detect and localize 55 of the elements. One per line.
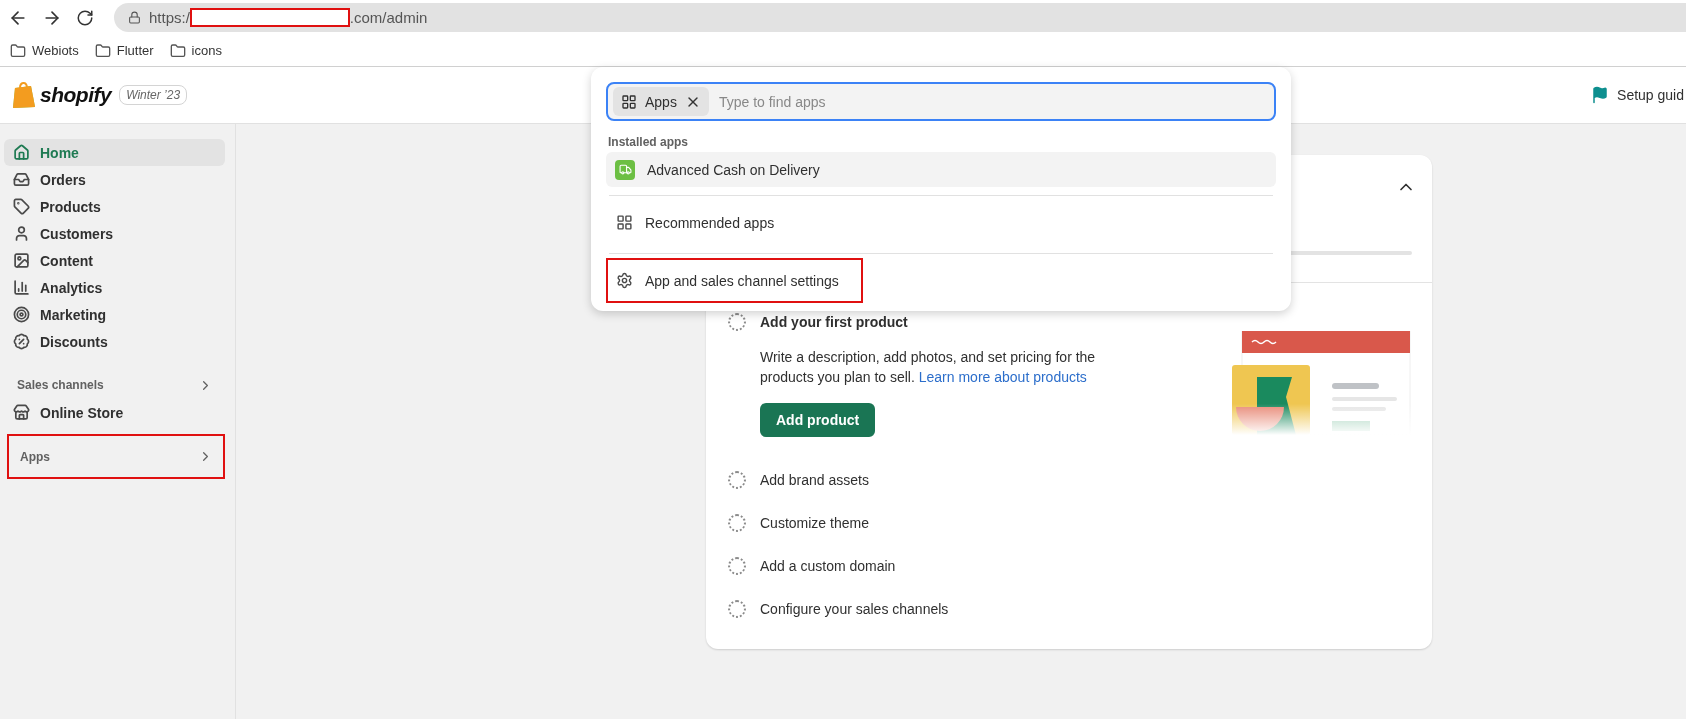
lock-icon — [128, 11, 141, 24]
search-input[interactable]: Type to find apps — [716, 92, 1274, 111]
sidebar-item[interactable]: Discounts — [4, 328, 225, 355]
sidebar-item[interactable]: Home — [4, 139, 225, 166]
reload-icon[interactable] — [76, 8, 94, 27]
sidebar-item[interactable]: Customers — [4, 220, 225, 247]
nav-icon — [13, 279, 30, 296]
task-description: Write a description, add photos, and set pricing for the products you plan to sell. Learn more about products — [760, 348, 1097, 387]
setup-guide-link[interactable]: Setup guid — [1591, 86, 1684, 104]
url-text: https:/ — [149, 9, 190, 26]
section-header[interactable]: Apps — [7, 434, 225, 479]
task-title[interactable]: Add your first product — [760, 313, 1412, 331]
sidebar-item[interactable]: Content — [4, 247, 225, 274]
address-bar[interactable]: https:/ .com/admin — [114, 3, 1686, 32]
sidebar-item[interactable]: Marketing — [4, 301, 225, 328]
task-title[interactable]: Configure your sales channels — [760, 600, 1412, 618]
nav-icon — [13, 225, 30, 242]
flag-icon — [1591, 86, 1610, 104]
app-search-field[interactable]: Apps Type to find apps — [606, 82, 1276, 121]
group-title: Installed apps — [608, 134, 690, 151]
nav-icon — [13, 198, 30, 215]
sidebar-item[interactable]: Orders — [4, 166, 225, 193]
folder-icon — [10, 42, 26, 59]
apps-grid-icon — [621, 93, 637, 110]
section-header[interactable]: Sales channels — [4, 371, 225, 399]
bookmark-link[interactable]: icons — [169, 42, 222, 59]
edition-badge: Winter ’23 — [119, 85, 188, 105]
add-product-button[interactable]: Add product — [760, 403, 876, 437]
learn-more-link[interactable]: Learn more about products — [918, 369, 1087, 385]
task-title[interactable]: Add a custom domain — [760, 557, 1412, 575]
task-title[interactable]: Add brand assets — [760, 471, 1412, 489]
app-list-item[interactable]: Advanced Cash on Delivery — [606, 152, 1276, 187]
nav-icon — [13, 306, 30, 323]
folder-icon — [169, 42, 186, 59]
truck-icon — [615, 159, 635, 180]
url-text: .com/admin — [349, 9, 428, 26]
menu-item[interactable]: App and sales channel settings — [606, 258, 863, 303]
filter-chip: Apps — [613, 87, 709, 116]
sidebar-item[interactable]: Online Store — [4, 399, 225, 426]
shopping-bag-icon — [12, 81, 36, 109]
logo-wordmark: shopify — [40, 83, 112, 107]
sidebar-item[interactable]: Products — [4, 193, 225, 220]
sidebar-item[interactable]: Analytics — [4, 274, 225, 301]
nav-icon — [13, 144, 30, 161]
nav-icon — [13, 252, 30, 269]
menu-item[interactable]: Recommended apps — [606, 200, 1276, 245]
bookmark-link[interactable]: Flutter — [94, 42, 154, 59]
nav-icon — [13, 171, 30, 188]
nav-icon — [13, 333, 30, 350]
task-title[interactable]: Customize theme — [760, 514, 1412, 532]
bookmark-link[interactable]: Webiots — [10, 42, 79, 59]
store-icon — [13, 404, 30, 421]
folder-icon — [94, 42, 111, 59]
apps-grid-icon — [616, 214, 633, 231]
gear-icon — [616, 272, 633, 289]
